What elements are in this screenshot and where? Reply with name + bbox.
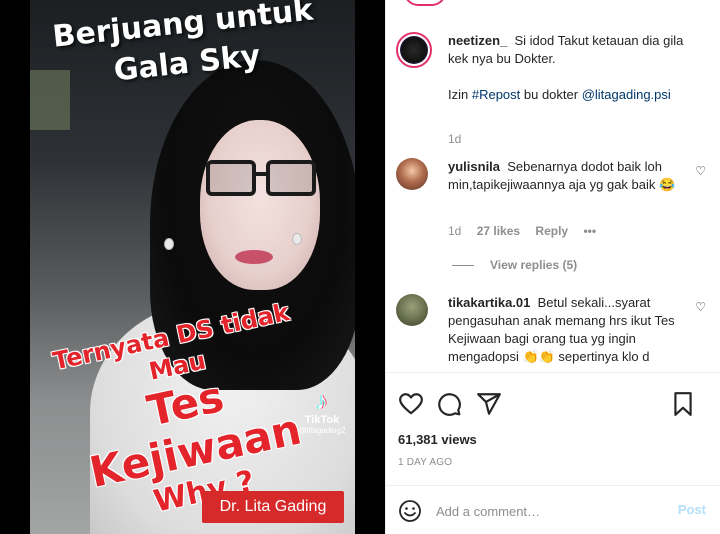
commenter-avatar[interactable] [396,294,428,326]
add-comment-bar: Post [386,485,720,534]
more-options-icon[interactable]: ••• [583,224,596,238]
earring-right [292,233,302,245]
comment-username[interactable]: neetizen_ [448,33,507,48]
heart-icon[interactable]: ♡ [695,164,706,178]
comments-panel: neetizen_ Si idod Takut ketauan dia gila… [385,0,720,534]
tiktok-name: TikTok [304,414,340,426]
heart-icon[interactable]: ♡ [695,300,706,314]
comment-age: 1d [448,132,462,146]
comment-bubble-icon[interactable] [436,391,462,417]
view-replies-button[interactable]: View replies (5) [452,258,577,272]
caption-text: neetizen_ Si idod Takut ketauan dia gila… [448,32,686,104]
commenter-avatar[interactable] [396,158,428,190]
person-glasses [206,160,318,200]
emoji-icon[interactable] [398,499,422,523]
tiktok-handle: @litagading2 [298,426,346,435]
view-count[interactable]: 61,381 views [398,432,477,447]
comment-body-2: Izin [448,87,472,102]
comments-list[interactable]: neetizen_ Si idod Takut ketauan dia gila… [386,20,720,372]
comment-input[interactable] [436,500,656,522]
mention-link[interactable]: @litagading.psi [582,87,671,102]
comment-username[interactable]: yulisnila [448,159,500,174]
tiktok-icon: ♪ [316,388,328,415]
comment-text: tikakartika.01 Betul sekali...syarat pen… [448,294,686,366]
comment-text: yulisnila Sebenarnya dodot baik loh min,… [448,158,686,194]
earring-left [164,238,174,250]
like-heart-icon[interactable] [398,391,424,417]
comment-username[interactable]: tikakartika.01 [448,295,530,310]
owner-avatar[interactable] [396,32,432,68]
post-timestamp[interactable]: 1 DAY AGO [398,457,452,468]
person-face [200,120,320,290]
comment-body-3: bu dokter [520,87,582,102]
person-lips [235,250,273,264]
save-bookmark-icon[interactable] [670,391,696,417]
post-media[interactable]: Berjuang untuk Gala Sky Ternyata DS tida… [0,0,385,534]
comment-age: 1d [448,224,462,238]
post-button[interactable]: Post [678,502,706,517]
comment-meta: 1d 27 likes Reply ••• [448,224,596,238]
hashtag-link[interactable]: #Repost [472,87,520,102]
tiktok-watermark: ♪ TikTok @litagading2 [290,388,354,436]
post-actions: 61,381 views 1 DAY AGO Post [386,372,720,534]
header-avatar-ring[interactable] [404,0,446,6]
name-badge: Dr. Lita Gading [202,491,344,523]
share-send-icon[interactable] [476,391,502,417]
reply-button[interactable]: Reply [535,224,568,238]
comment-likes[interactable]: 27 likes [477,224,520,238]
